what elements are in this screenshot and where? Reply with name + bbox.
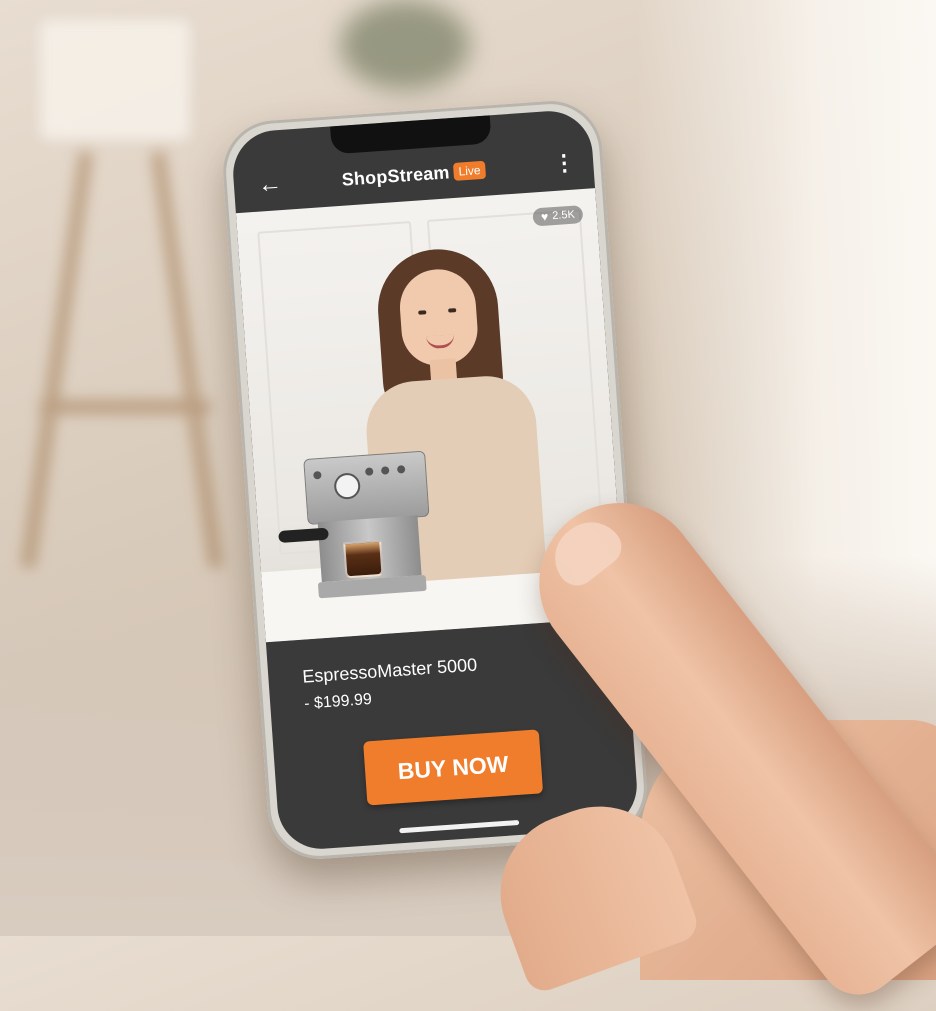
buy-now-button[interactable]: BUY NOW	[363, 729, 544, 806]
espresso-machine	[278, 450, 432, 599]
more-vertical-icon[interactable]: ⋮	[552, 149, 576, 179]
live-badge: Live	[452, 160, 487, 181]
likes-count: 2.5K	[551, 208, 576, 223]
home-indicator[interactable]	[399, 819, 520, 834]
app-title: ShopStream	[341, 161, 451, 190]
product-price: - $199.99	[303, 690, 373, 713]
heart-icon: ♥	[540, 209, 549, 224]
background-easel	[20, 150, 224, 570]
product-name: EspressoMaster 5000	[301, 654, 478, 687]
smartphone: ← ShopStream Live ⋮ ♥ 2.5K EspressoMaste…	[219, 97, 651, 863]
background-plant	[340, 0, 470, 90]
arrow-left-icon[interactable]: ←	[255, 170, 285, 200]
likes-badge[interactable]: ♥ 2.5K	[532, 205, 584, 227]
phone-screen: ← ShopStream Live ⋮ ♥ 2.5K EspressoMaste…	[230, 108, 640, 852]
background-lamp	[40, 20, 190, 140]
